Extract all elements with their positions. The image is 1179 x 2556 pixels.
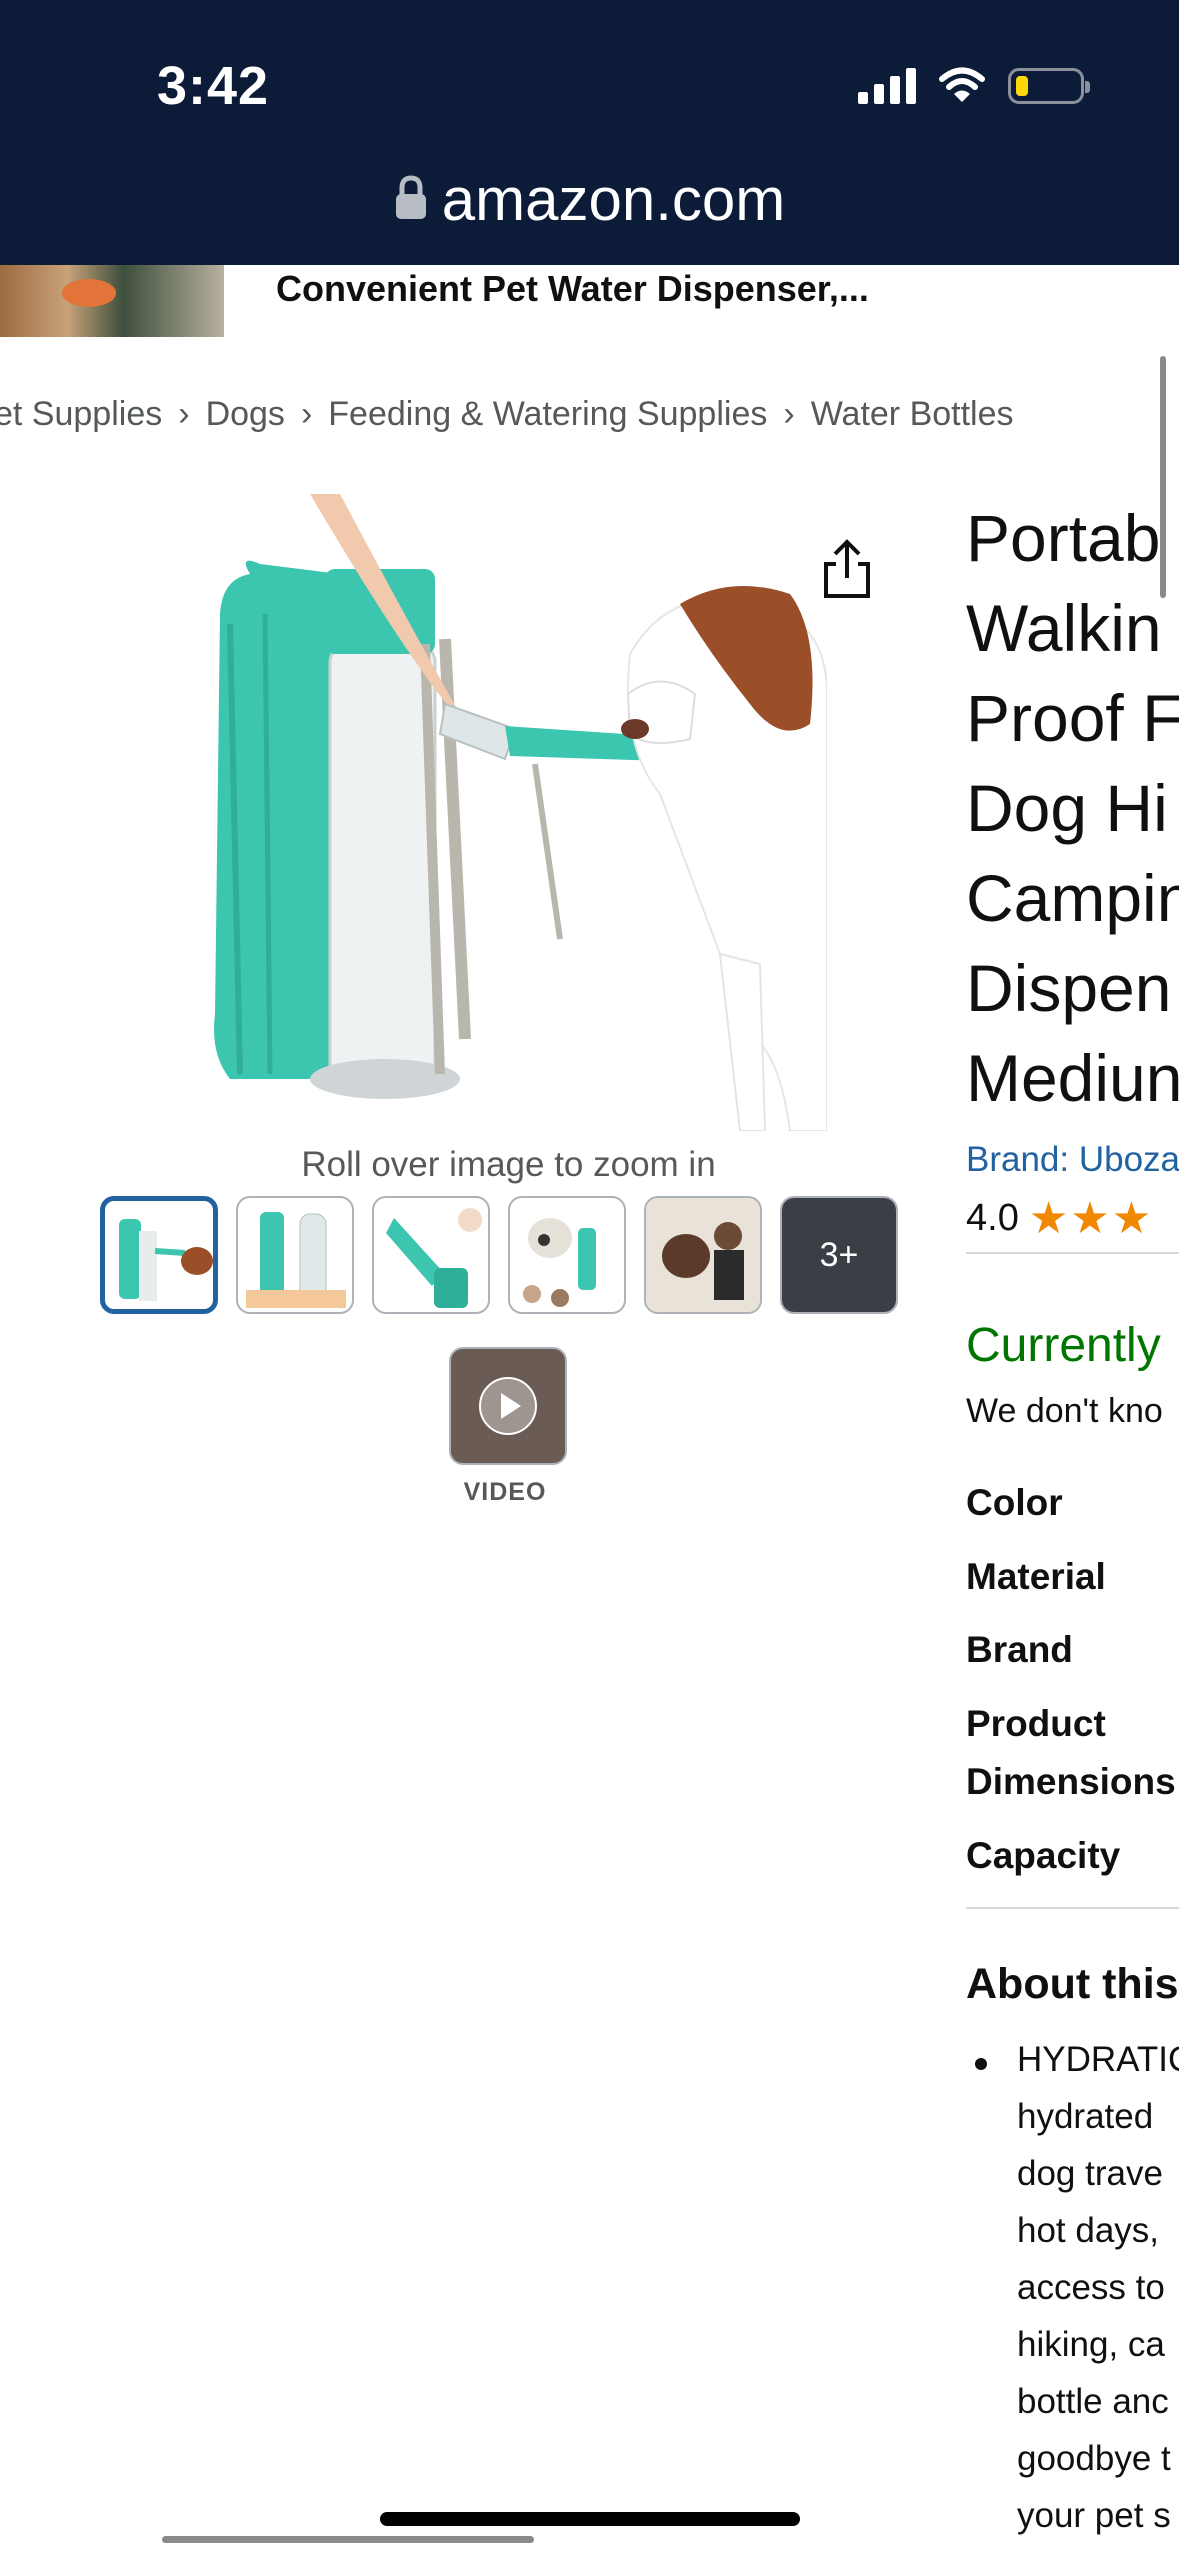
product-title-line: Walkin bbox=[966, 591, 1162, 665]
rating-value: 4.0 bbox=[966, 1197, 1019, 1239]
spec-label-dimensions: Dimensions bbox=[966, 1761, 1176, 1802]
share-icon[interactable] bbox=[820, 538, 874, 602]
spec-label-color: Color bbox=[966, 1482, 1063, 1523]
spec-label-brand: Brand bbox=[966, 1629, 1073, 1670]
status-icons bbox=[858, 64, 1090, 104]
product-title-line: Campin bbox=[966, 861, 1179, 935]
thumbnail-1[interactable] bbox=[100, 1196, 218, 1314]
chevron-right-icon: › bbox=[300, 395, 313, 433]
browser-top-bar: 3:42 amazon.com bbox=[0, 0, 1179, 265]
breadcrumb: et Supplies › Dogs › Feeding & Watering Supp… bbox=[0, 395, 1014, 434]
sticky-product-thumbnail[interactable] bbox=[0, 265, 224, 337]
breadcrumb-item[interactable]: Water Bottles bbox=[811, 395, 1014, 433]
product-title-line: Portab bbox=[966, 501, 1161, 575]
about-heading: About this bbox=[966, 1960, 1179, 2008]
about-bullet-line: hiking, ca bbox=[1017, 2325, 1165, 2364]
main-product-image[interactable] bbox=[190, 494, 827, 1131]
about-bullet-line: goodbye t bbox=[1017, 2439, 1171, 2478]
video-label: VIDEO bbox=[463, 1478, 547, 1506]
divider bbox=[966, 1252, 1179, 1254]
thumbnail-5[interactable] bbox=[644, 1196, 762, 1314]
vertical-scrollbar[interactable] bbox=[1160, 356, 1166, 598]
breadcrumb-item[interactable]: Dogs bbox=[206, 395, 285, 433]
url-bar[interactable]: amazon.com bbox=[0, 165, 1179, 234]
availability-note: We don't kno bbox=[966, 1392, 1163, 1430]
thumbnail-more[interactable]: 3+ bbox=[780, 1196, 898, 1314]
product-title-line: Dog Hi bbox=[966, 771, 1168, 845]
thumbnail-3[interactable] bbox=[372, 1196, 490, 1314]
wifi-icon bbox=[939, 67, 985, 102]
thumbnail-4[interactable] bbox=[508, 1196, 626, 1314]
about-bullet-line: access to bbox=[1017, 2268, 1165, 2307]
spec-label-capacity: Capacity bbox=[966, 1835, 1121, 1876]
url-text: amazon.com bbox=[441, 166, 786, 233]
sticky-product-title[interactable]: Convenient Pet Water Dispenser,... bbox=[276, 268, 869, 310]
bullet-icon bbox=[975, 2058, 987, 2070]
chevron-right-icon: › bbox=[783, 395, 795, 433]
chevron-right-icon: › bbox=[178, 395, 190, 433]
star-rating-icon: ★★★ bbox=[1028, 1194, 1154, 1243]
product-title-line: Mediun bbox=[966, 1041, 1179, 1115]
brand-link[interactable]: Brand: Uboza bbox=[966, 1140, 1179, 1180]
about-bullet-line: hydrated bbox=[1017, 2097, 1154, 2136]
divider bbox=[966, 1907, 1179, 1909]
about-bullet-line: hot days, bbox=[1017, 2211, 1160, 2250]
lock-icon bbox=[395, 175, 426, 220]
video-thumbnail[interactable] bbox=[449, 1347, 567, 1465]
status-time: 3:42 bbox=[157, 56, 270, 116]
spec-label-product: Product bbox=[966, 1703, 1106, 1744]
about-bullet-line: your pet s bbox=[1017, 2496, 1171, 2535]
rating[interactable]: 4.0 ★★★ bbox=[966, 1193, 1153, 1244]
spec-label-material: Material bbox=[966, 1556, 1106, 1597]
product-title-line: Proof F bbox=[966, 681, 1179, 755]
about-bullet-line: dog trave bbox=[1017, 2154, 1163, 2193]
breadcrumb-item[interactable]: Feeding & Watering Supplies bbox=[328, 395, 767, 433]
horizontal-scrollbar[interactable] bbox=[162, 2536, 534, 2543]
thumbnail-2[interactable] bbox=[236, 1196, 354, 1314]
availability-status: Currently bbox=[966, 1319, 1161, 1372]
about-bullet-line: bottle anc bbox=[1017, 2382, 1169, 2421]
product-photo bbox=[214, 494, 827, 1131]
battery-icon bbox=[1008, 68, 1090, 104]
zoom-hint: Roll over image to zoom in bbox=[301, 1145, 716, 1184]
home-indicator[interactable] bbox=[380, 2512, 800, 2526]
breadcrumb-item[interactable]: et Supplies bbox=[0, 395, 162, 433]
cellular-signal-icon bbox=[858, 64, 916, 104]
product-title-line: Dispen bbox=[966, 951, 1172, 1025]
more-images-label: 3+ bbox=[782, 1198, 896, 1312]
about-bullet-line: HYDRATIC bbox=[1017, 2040, 1179, 2079]
